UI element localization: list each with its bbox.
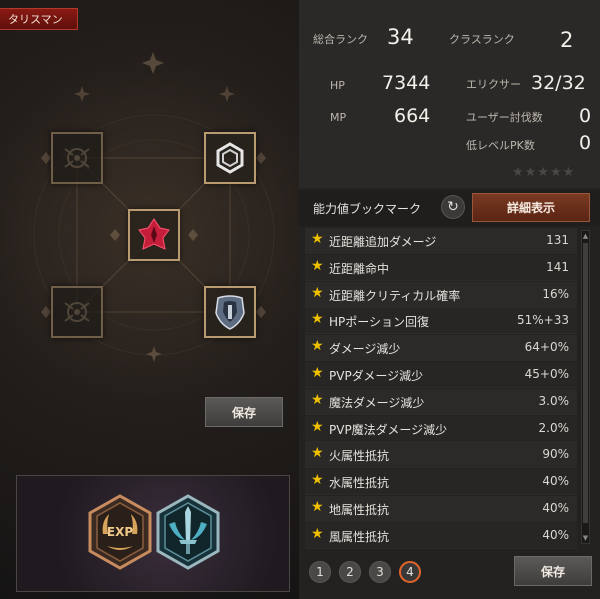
empty-emblem-icon — [64, 302, 90, 322]
save-button-right[interactable]: 保存 — [514, 556, 592, 586]
bookmark-row[interactable]: ★ 火属性抵抗 90% — [305, 442, 577, 469]
stat-label: 近距離追加ダメージ — [329, 235, 437, 249]
stat-label: 地属性抵抗 — [329, 503, 390, 517]
stat-label: ダメージ減少 — [329, 342, 401, 357]
stat-label: HPポーション回復 — [329, 315, 430, 330]
empty-emblem-icon — [64, 148, 90, 168]
buff-badge-box: EXP — [16, 475, 290, 592]
star-icon[interactable]: ★ — [311, 445, 324, 461]
star-icon[interactable]: ★ — [311, 472, 324, 488]
stat-value: 2.0% — [538, 420, 570, 435]
bookmark-row[interactable]: ★ PVP魔法ダメージ減少 2.0% — [305, 415, 577, 442]
total-rank-value: 34 — [387, 25, 414, 49]
elixir-label: エリクサー — [466, 78, 521, 91]
stat-value: 45+0% — [524, 367, 569, 381]
stat-label: 近距離クリティカル確率 — [329, 288, 461, 303]
stat-value: 90% — [542, 447, 569, 462]
star-icon[interactable]: ★ — [311, 365, 324, 381]
character-stats: 総合ランク 34 クラスランク 2 HP 7344 エリクサー 32/32 MP… — [299, 0, 600, 188]
slot-bottom-right[interactable] — [204, 286, 256, 338]
low-pk-label: 低レベルPK数 — [466, 139, 535, 152]
slot-center[interactable] — [128, 209, 180, 261]
page-button-3[interactable]: 3 — [369, 561, 391, 583]
bookmark-row[interactable]: ★ 水属性抵抗 40% — [305, 469, 577, 496]
star-icon[interactable]: ★ — [311, 419, 324, 435]
stat-value: 3.0% — [538, 393, 570, 408]
bookmark-row[interactable]: ★ ダメージ減少 64+0% — [305, 335, 577, 362]
class-rank-value: 2 — [560, 28, 574, 52]
save-button-left[interactable]: 保存 — [205, 397, 283, 427]
bookmark-list: ★ 近距離追加ダメージ 131 ★ 近距離命中 141 ★ 近距離クリティカル確率 16% ★ HP… — [305, 228, 577, 549]
talisman-panel: タリスマン 保存 EXP — [0, 0, 299, 599]
star-icon[interactable]: ★ — [311, 258, 324, 274]
detail-view-button[interactable]: 詳細表示 — [472, 193, 590, 222]
status-panel: 総合ランク 34 クラスランク 2 HP 7344 エリクサー 32/32 MP… — [299, 0, 600, 599]
shield-icon — [215, 295, 245, 330]
stat-value: 40% — [542, 501, 569, 515]
stat-value: 40% — [542, 527, 569, 542]
star-icon[interactable]: ★ — [311, 285, 324, 301]
star-icon[interactable]: ★ — [311, 338, 324, 354]
stat-label: 風属性抵抗 — [329, 529, 390, 544]
rating-stars: ★★★★★ — [512, 165, 576, 180]
bookmark-title: 能力値ブックマーク — [313, 202, 422, 216]
slot-top-left[interactable] — [51, 132, 103, 184]
bookmark-header: 能力値ブックマーク ↻ 詳細表示 — [299, 190, 600, 226]
scrollbar[interactable]: ▲ ▼ — [581, 230, 590, 544]
hexagon-ring-icon — [216, 142, 244, 174]
mp-label: MP — [330, 111, 347, 124]
exp-badge[interactable]: EXP — [87, 494, 153, 570]
elixir-value: 32/32 — [531, 72, 586, 94]
slot-bottom-left[interactable] — [51, 286, 103, 338]
total-rank-label: 総合ランク — [313, 33, 368, 46]
user-kills-label: ユーザー討伐数 — [466, 111, 543, 124]
stat-label: 近距離命中 — [329, 261, 390, 276]
page-button-4[interactable]: 4 — [399, 561, 421, 583]
stat-label: 魔法ダメージ減少 — [329, 395, 425, 410]
scroll-down-icon[interactable]: ▼ — [582, 533, 589, 543]
bookmark-row[interactable]: ★ 近距離クリティカル確率 16% — [305, 281, 577, 308]
hp-label: HP — [330, 79, 345, 92]
slot-top-right[interactable] — [204, 132, 256, 184]
bookmark-row[interactable]: ★ 近距離命中 141 — [305, 254, 577, 281]
scroll-thumb[interactable] — [583, 243, 588, 523]
exp-badge-label: EXP — [107, 525, 133, 539]
stat-label: 水属性抵抗 — [329, 476, 390, 491]
bookmark-row[interactable]: ★ 風属性抵抗 40% — [305, 522, 577, 549]
class-rank-label: クラスランク — [449, 33, 515, 46]
star-icon[interactable]: ★ — [311, 311, 324, 327]
bookmark-row[interactable]: ★ 魔法ダメージ減少 3.0% — [305, 388, 577, 415]
stat-value: 16% — [542, 286, 569, 301]
star-icon[interactable]: ★ — [311, 392, 324, 408]
star-icon[interactable]: ★ — [311, 231, 324, 247]
stat-value: 40% — [542, 474, 569, 489]
stat-value: 141 — [546, 259, 569, 274]
user-kills-value: 0 — [579, 105, 592, 127]
mp-value: 664 — [394, 105, 431, 127]
hp-value: 7344 — [382, 72, 431, 94]
stat-label: PVPダメージ減少 — [329, 369, 424, 383]
page-button-2[interactable]: 2 — [339, 561, 361, 583]
bookmark-row[interactable]: ★ 近距離追加ダメージ 131 — [305, 228, 577, 254]
star-icon[interactable]: ★ — [311, 526, 324, 542]
stat-value: 64+0% — [524, 340, 569, 355]
bookmark-row[interactable]: ★ 地属性抵抗 40% — [305, 496, 577, 522]
bookmark-row[interactable]: ★ HPポーション回復 51%+33 — [305, 308, 577, 335]
bookmark-row[interactable]: ★ PVPダメージ減少 45+0% — [305, 362, 577, 388]
stat-label: PVP魔法ダメージ減少 — [329, 422, 448, 437]
stat-label: 火属性抵抗 — [329, 449, 390, 464]
scroll-up-icon[interactable]: ▲ — [582, 231, 589, 241]
sword-crest-badge[interactable] — [155, 494, 221, 570]
stat-value: 131 — [546, 233, 569, 247]
low-pk-value: 0 — [579, 132, 592, 154]
red-crest-icon — [138, 218, 170, 250]
refresh-icon: ↻ — [447, 199, 459, 215]
refresh-button[interactable]: ↻ — [441, 195, 465, 219]
page-button-1[interactable]: 1 — [309, 561, 331, 583]
stat-value: 51%+33 — [517, 313, 569, 328]
star-icon[interactable]: ★ — [311, 499, 324, 515]
